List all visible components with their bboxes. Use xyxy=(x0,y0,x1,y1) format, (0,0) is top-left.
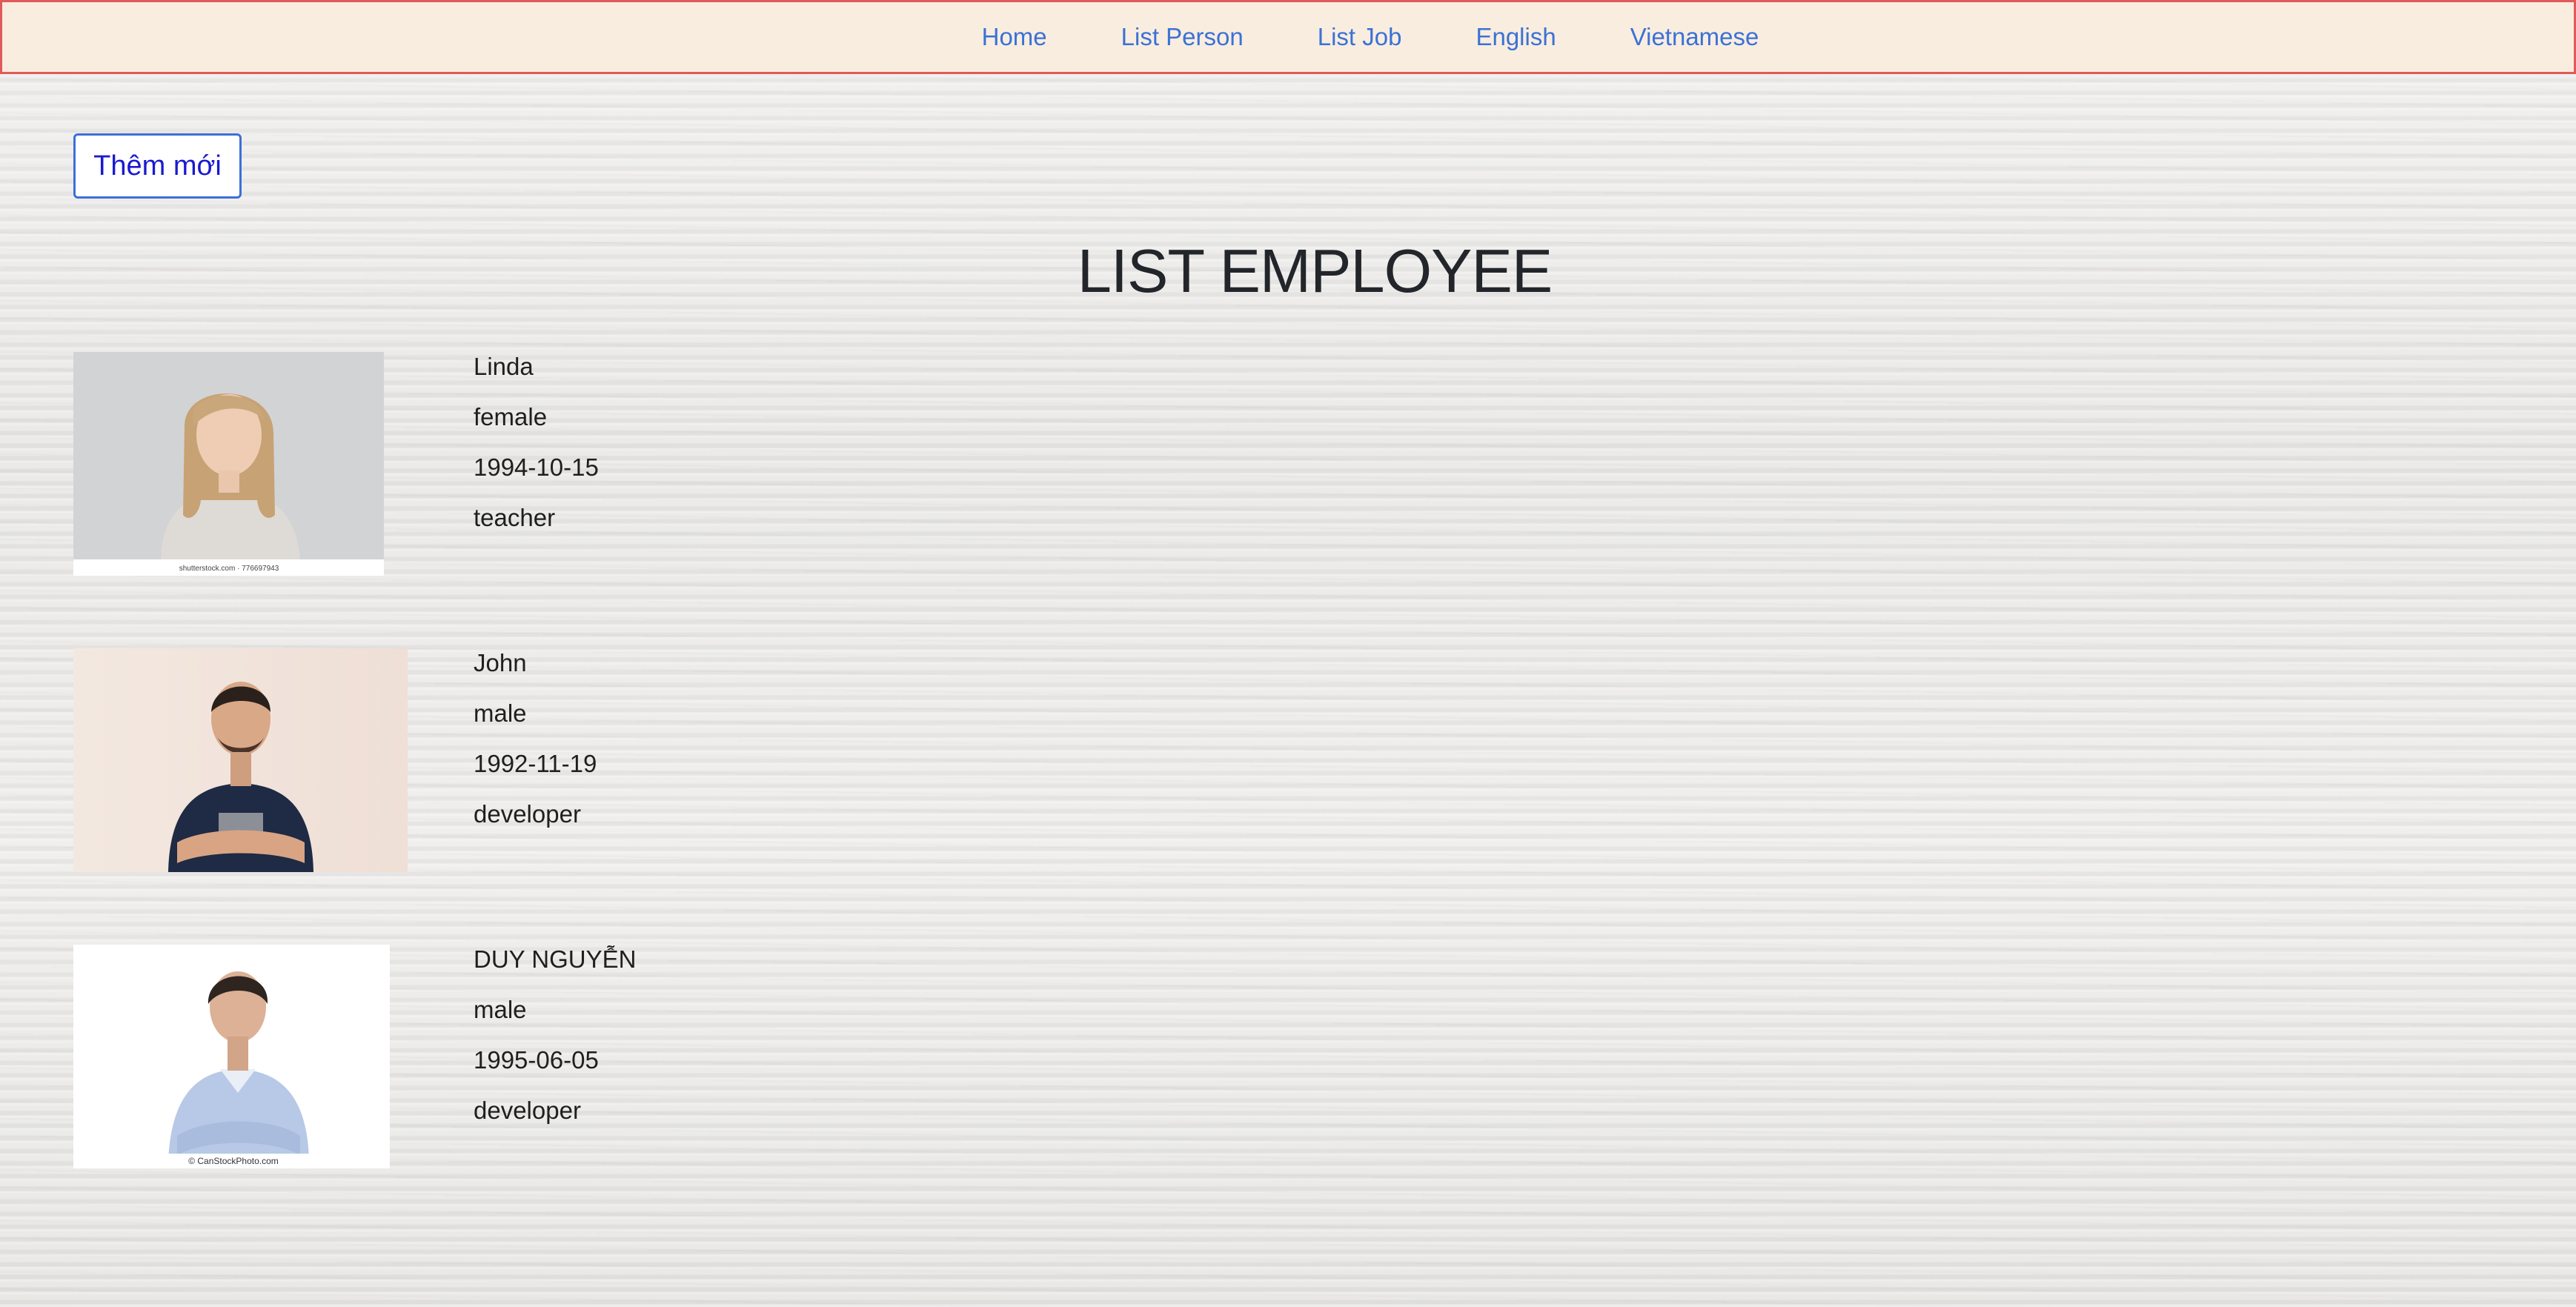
nav-link-list-person[interactable]: List Person xyxy=(1084,23,1281,51)
employee-info: DUY NGUYỄN male 1995-06-05 developer xyxy=(474,942,636,1144)
employee-job: developer xyxy=(474,1097,581,1124)
employee-name: John xyxy=(474,649,527,676)
nav-link-english[interactable]: English xyxy=(1438,23,1593,51)
employee-birthday: 1992-11-19 xyxy=(474,750,597,777)
nav-links: Home List Person List Job English Vietna… xyxy=(945,23,1796,51)
employee-info: Linda female 1994-10-15 teacher xyxy=(474,350,599,551)
employee-name: DUY NGUYỄN xyxy=(474,945,637,973)
page-title: LIST EMPLOYEE xyxy=(1077,236,1553,305)
employee-birthday: 1994-10-15 xyxy=(474,453,599,481)
top-navbar: Home List Person List Job English Vietna… xyxy=(0,0,2576,74)
employee-gender: male xyxy=(474,996,527,1023)
photo-caption: © CanStockPhoto.com xyxy=(188,1156,279,1166)
nav-link-vietnamese[interactable]: Vietnamese xyxy=(1593,23,1796,51)
employee-name: Linda xyxy=(474,353,534,380)
employee-gender: female xyxy=(474,403,548,430)
photo-caption: shutterstock.com · 776697943 xyxy=(179,565,279,573)
employee-job: teacher xyxy=(474,504,556,531)
add-new-button[interactable]: Thêm mới xyxy=(73,133,242,199)
employee-job: developer xyxy=(474,800,581,828)
employee-photo-duy-nguyen: © CanStockPhoto.com xyxy=(73,945,390,1168)
employee-birthday: 1995-06-05 xyxy=(474,1046,599,1074)
employee-photo-john xyxy=(73,648,408,872)
nav-link-list-job[interactable]: List Job xyxy=(1281,23,1439,51)
employee-gender: male xyxy=(474,699,527,727)
employee-photo-linda: shutterstock.com · 776697943 xyxy=(73,352,384,576)
nav-link-home[interactable]: Home xyxy=(945,23,1084,51)
employee-info: John male 1992-11-19 developer xyxy=(474,646,597,848)
